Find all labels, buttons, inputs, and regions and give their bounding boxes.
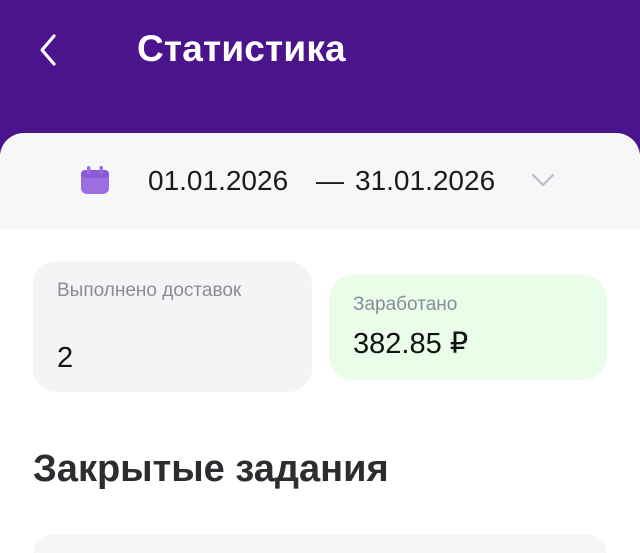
content-sheet: 01.01.2026 — 31.01.2026 Выполнено достав… bbox=[0, 133, 640, 553]
page-title: Статистика bbox=[137, 28, 346, 69]
earned-card: Заработано 382.85 ₽ bbox=[329, 275, 607, 380]
period-separator: — bbox=[316, 165, 344, 196]
closed-tasks-title: Закрытые задания bbox=[33, 448, 389, 490]
earned-value: 382.85 ₽ bbox=[353, 328, 469, 360]
period-end-date: 31.01.2026 bbox=[355, 165, 496, 196]
calendar-icon bbox=[81, 166, 109, 194]
deliveries-value: 2 bbox=[57, 342, 74, 374]
period-start-date: 01.01.2026 bbox=[148, 165, 289, 196]
chevron-down-icon bbox=[531, 173, 555, 187]
earned-label: Заработано bbox=[353, 294, 458, 315]
deliveries-label: Выполнено доставок bbox=[57, 280, 242, 301]
period-selector[interactable]: 01.01.2026 — 31.01.2026 bbox=[0, 133, 640, 229]
back-button[interactable] bbox=[26, 26, 70, 74]
closed-tasks-list bbox=[33, 535, 607, 553]
deliveries-card: Выполнено доставок 2 bbox=[33, 261, 312, 392]
app-header: Статистика bbox=[0, 0, 640, 150]
chevron-left-icon bbox=[40, 34, 56, 66]
